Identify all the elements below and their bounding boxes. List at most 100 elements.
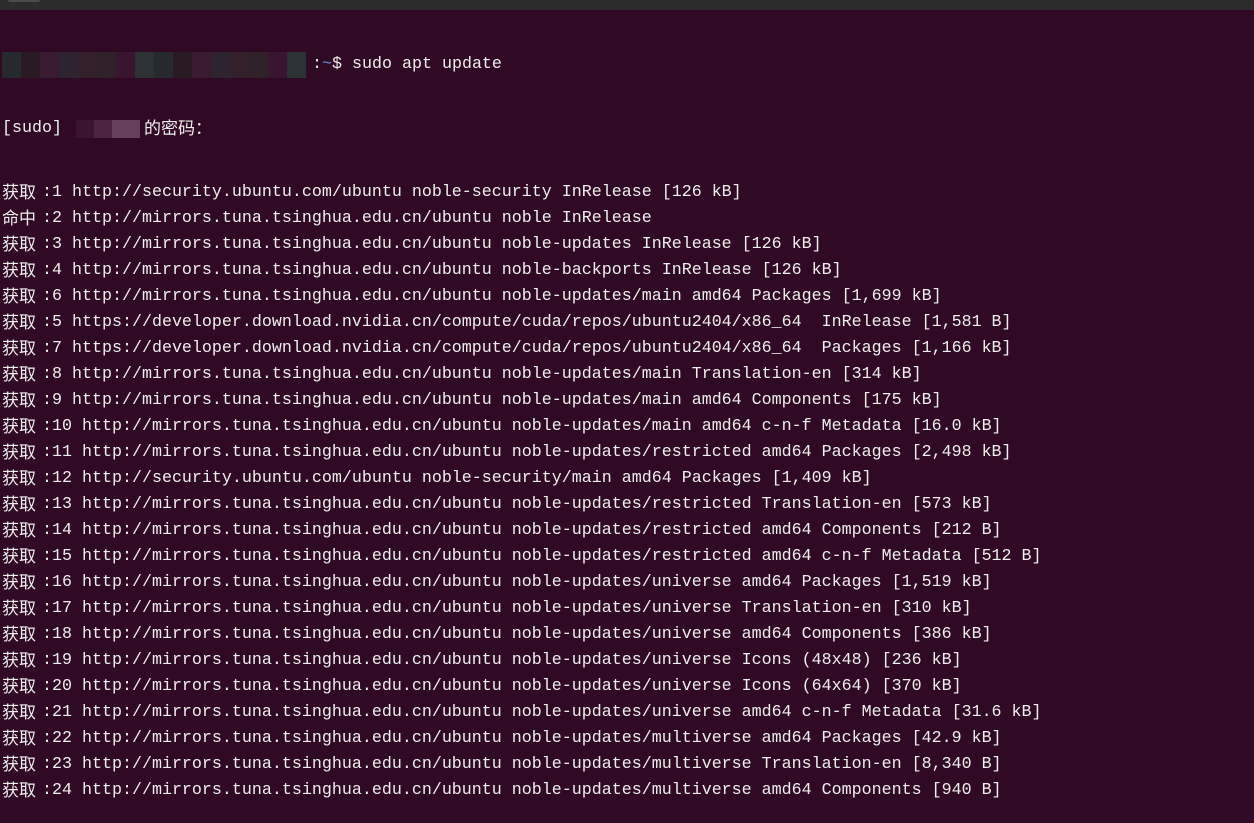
output-text: :7 https://developer.download.nvidia.cn/…	[42, 339, 1012, 358]
redaction-pixel	[135, 65, 154, 78]
status-label: 获取	[2, 235, 36, 255]
output-text: :24 http://mirrors.tuna.tsinghua.edu.cn/…	[42, 781, 1002, 800]
redaction-pixel	[230, 65, 249, 78]
status-label: 获取	[2, 443, 36, 463]
status-label: 获取	[2, 547, 36, 567]
redacted-username	[2, 52, 312, 78]
output-text: :3 http://mirrors.tuna.tsinghua.edu.cn/u…	[42, 235, 822, 254]
output-text: :16 http://mirrors.tuna.tsinghua.edu.cn/…	[42, 573, 992, 592]
prompt-path: ~	[322, 55, 332, 74]
redaction-pixel	[173, 65, 192, 78]
output-line: 获取 :1 http://security.ubuntu.com/ubuntu n…	[2, 180, 1042, 206]
output-text: :5 https://developer.download.nvidia.cn/…	[42, 313, 1012, 332]
redaction-pixel	[173, 52, 192, 65]
redaction-pixel	[192, 52, 211, 65]
status-label: 命中	[2, 209, 36, 229]
output-text: :15 http://mirrors.tuna.tsinghua.edu.cn/…	[42, 547, 1042, 566]
status-label: 获取	[2, 677, 36, 697]
command-text: sudo apt update	[342, 55, 502, 74]
output-line: 获取:20 http://mirrors.tuna.tsinghua.edu.c…	[2, 674, 1042, 700]
status-label: 获取	[2, 729, 36, 749]
redaction-pixel	[268, 52, 287, 65]
redaction-pixel	[211, 52, 230, 65]
redaction-pixel	[40, 52, 59, 65]
output-text: :4 http://mirrors.tuna.tsinghua.edu.cn/u…	[42, 261, 842, 280]
redaction-pixel	[59, 65, 78, 78]
redacted-username	[75, 120, 140, 138]
redaction-pixel	[154, 65, 173, 78]
status-label: 获取	[2, 313, 36, 333]
redaction-pixel	[211, 65, 230, 78]
output-line: 获取 :12 http://security.ubuntu.com/ubuntu …	[2, 466, 1042, 492]
redaction-pixel	[135, 52, 154, 65]
output-text: :14 http://mirrors.tuna.tsinghua.edu.cn/…	[42, 521, 1002, 540]
status-label: 获取	[2, 183, 36, 203]
status-label: 获取	[2, 261, 36, 281]
redaction-pixel	[249, 52, 268, 65]
output-text: :11 http://mirrors.tuna.tsinghua.edu.cn/…	[42, 443, 1012, 462]
status-label: 获取	[2, 417, 36, 437]
redaction-pixel	[116, 65, 135, 78]
output-text: :17 http://mirrors.tuna.tsinghua.edu.cn/…	[42, 599, 972, 618]
status-label: 获取	[2, 651, 36, 671]
window-titlebar	[0, 0, 1254, 10]
terminal-output[interactable]: : ~ $ sudo apt update [sudo] 的密码： 获取 :1 htt…	[2, 14, 1042, 823]
redaction-pixel	[78, 52, 97, 65]
output-text: :19 http://mirrors.tuna.tsinghua.edu.cn/…	[42, 651, 962, 670]
output-line: 获取 :7 https://developer.download.nvidia.c…	[2, 336, 1042, 362]
output-text: :18 http://mirrors.tuna.tsinghua.edu.cn/…	[42, 625, 992, 644]
output-text: :9 http://mirrors.tuna.tsinghua.edu.cn/u…	[42, 391, 942, 410]
redaction-pixel	[78, 65, 97, 78]
output-line: 获取:13 http://mirrors.tuna.tsinghua.edu.c…	[2, 492, 1042, 518]
status-label: 获取	[2, 755, 36, 775]
status-label: 获取	[2, 287, 36, 307]
redaction-pixel	[116, 52, 135, 65]
output-line: 获取:21 http://mirrors.tuna.tsinghua.edu.c…	[2, 700, 1042, 726]
prompt-line: : ~ $ sudo apt update	[2, 52, 1042, 78]
output-text: :22 http://mirrors.tuna.tsinghua.edu.cn/…	[42, 729, 1002, 748]
output-line: 获取 :10 http://mirrors.tuna.tsinghua.edu.c…	[2, 414, 1042, 440]
redaction-pixel	[97, 65, 116, 78]
output-text: :10 http://mirrors.tuna.tsinghua.edu.cn/…	[42, 417, 1002, 436]
redaction-pixel	[230, 52, 249, 65]
redaction-pixel	[287, 65, 306, 78]
redaction-pixel	[154, 52, 173, 65]
output-text: :23 http://mirrors.tuna.tsinghua.edu.cn/…	[42, 755, 1002, 774]
redaction-pixel	[21, 52, 40, 65]
redaction-pixel	[2, 52, 21, 65]
output-line: 获取:24 http://mirrors.tuna.tsinghua.edu.c…	[2, 778, 1042, 804]
output-line: 获取 :22 http://mirrors.tuna.tsinghua.edu.c…	[2, 726, 1042, 752]
output-text: :1 http://security.ubuntu.com/ubuntu nob…	[42, 183, 742, 202]
output-line: 获取 :19 http://mirrors.tuna.tsinghua.edu.c…	[2, 648, 1042, 674]
output-line: 获取 :4 http://mirrors.tuna.tsinghua.edu.cn…	[2, 258, 1042, 284]
output-line: 获取 :23 http://mirrors.tuna.tsinghua.edu.c…	[2, 752, 1042, 778]
status-label: 获取	[2, 391, 36, 411]
sudo-suffix: 的密码：	[143, 119, 212, 139]
output-line: 获取 :5 https://developer.download.nvidia.c…	[2, 310, 1042, 336]
prompt-separator: :	[312, 55, 322, 74]
output-text: :12 http://security.ubuntu.com/ubuntu no…	[42, 469, 872, 488]
redaction-pixel	[59, 52, 78, 65]
output-line: 获取:18 http://mirrors.tuna.tsinghua.edu.c…	[2, 622, 1042, 648]
redaction-pixel	[21, 65, 40, 78]
status-label: 获取	[2, 521, 36, 541]
sudo-password-line: [sudo] 的密码：	[2, 116, 1042, 142]
output-line: 获取 :16 http://mirrors.tuna.tsinghua.edu.c…	[2, 570, 1042, 596]
output-line: 获取:8 http://mirrors.tuna.tsinghua.edu.cn…	[2, 362, 1042, 388]
output-text: :2 http://mirrors.tuna.tsinghua.edu.cn/u…	[42, 209, 652, 228]
output-line: 获取 :9 http://mirrors.tuna.tsinghua.edu.cn…	[2, 388, 1042, 414]
output-text: :6 http://mirrors.tuna.tsinghua.edu.cn/u…	[42, 287, 942, 306]
redaction-pixel	[249, 65, 268, 78]
status-label: 获取	[2, 365, 36, 385]
status-label: 获取	[2, 469, 36, 489]
redaction-pixel	[2, 65, 21, 78]
redaction-pixel	[192, 65, 211, 78]
output-text: :13 http://mirrors.tuna.tsinghua.edu.cn/…	[42, 495, 992, 514]
status-label: 获取	[2, 573, 36, 593]
status-label: 获取	[2, 703, 36, 723]
status-label: 获取	[2, 339, 36, 359]
output-line: 获取 :6 http://mirrors.tuna.tsinghua.edu.cn…	[2, 284, 1042, 310]
output-line: 获取 :14 http://mirrors.tuna.tsinghua.edu.c…	[2, 518, 1042, 544]
redaction-pixel	[268, 65, 287, 78]
output-line: 获取 :15 http://mirrors.tuna.tsinghua.edu.c…	[2, 544, 1042, 570]
